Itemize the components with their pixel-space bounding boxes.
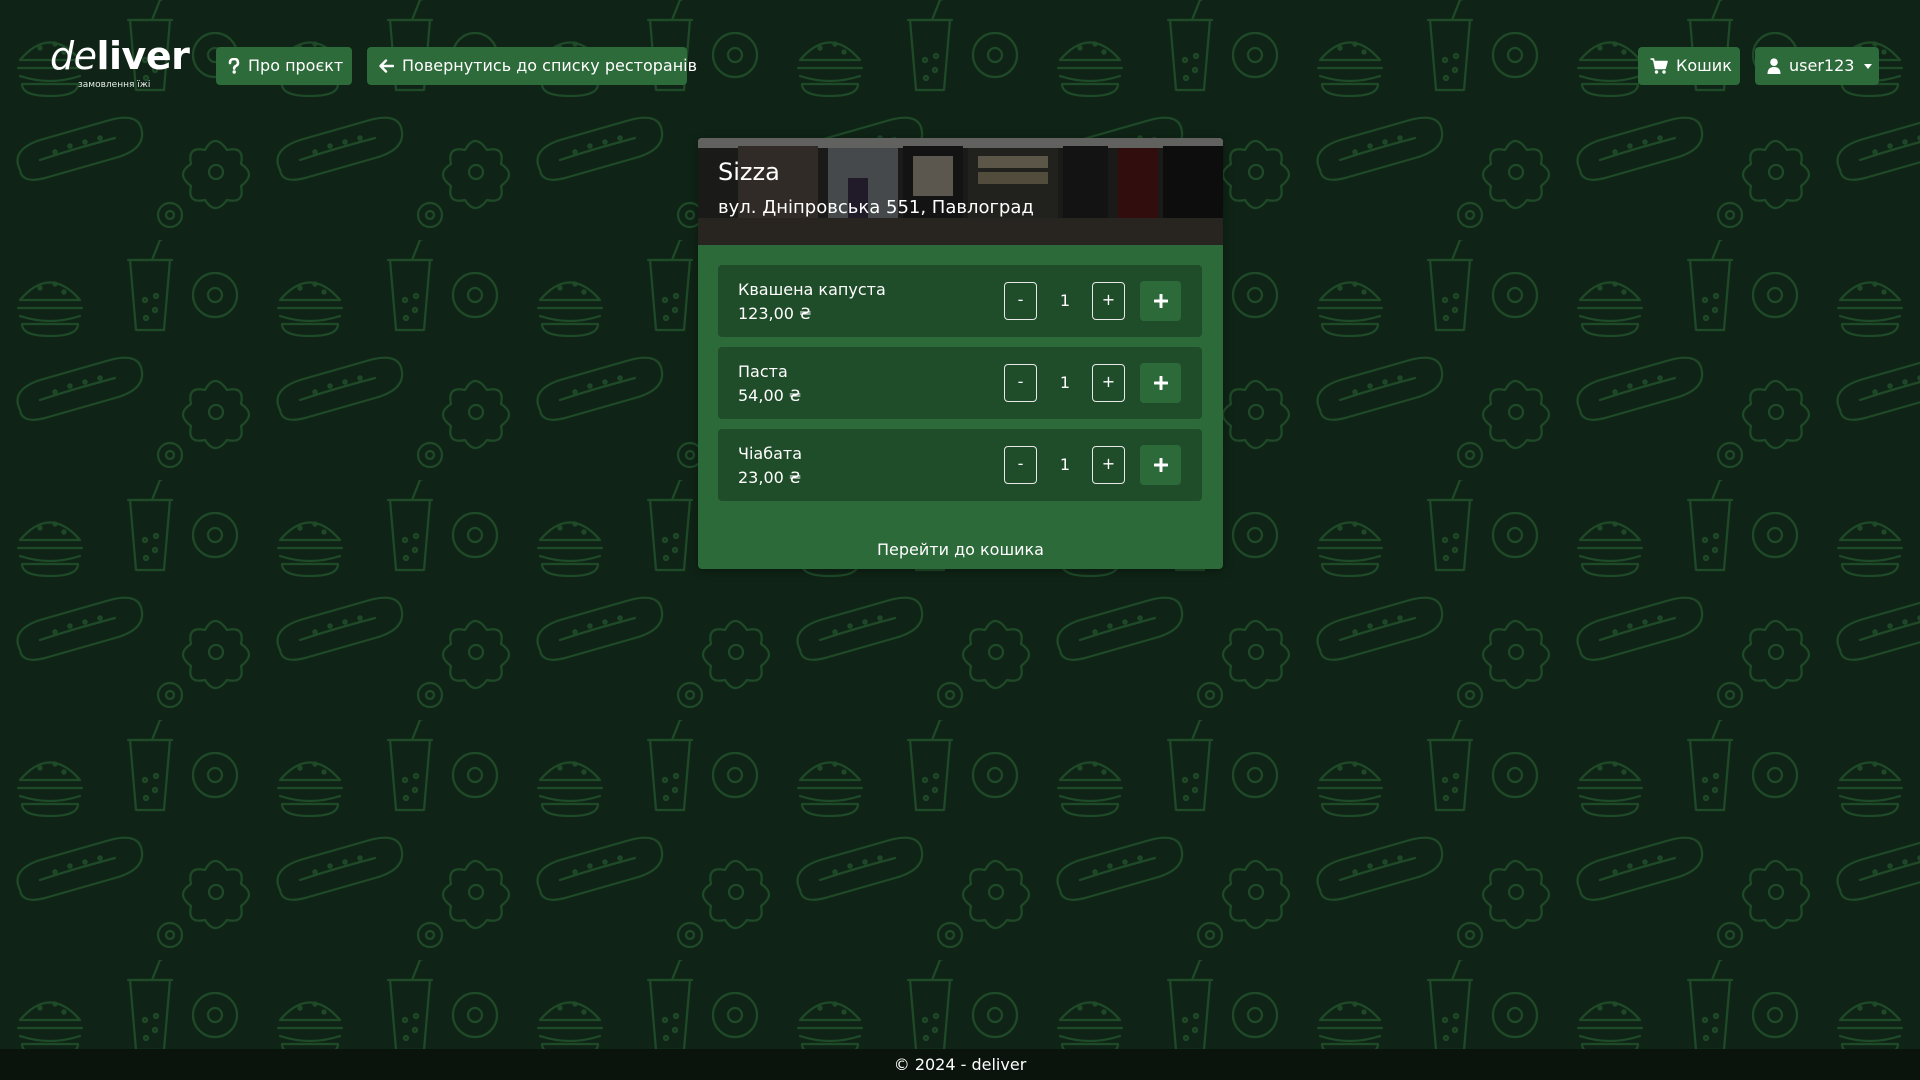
logo-part-bold: liver <box>96 34 190 78</box>
logo-wordmark: deliver <box>50 36 190 76</box>
footer-copyright: © 2024 - deliver <box>893 1055 1027 1074</box>
item-price: 23,00 ₴ <box>738 468 802 487</box>
item-price: 54,00 ₴ <box>738 386 802 405</box>
decrease-quantity-button[interactable]: - <box>1004 364 1037 402</box>
cart-icon <box>1650 58 1668 74</box>
increase-quantity-button[interactable]: + <box>1092 446 1125 484</box>
item-name: Квашена капуста <box>738 280 886 299</box>
restaurant-header: Sizza вул. Дніпровська 551, Павлоград <box>698 138 1223 245</box>
cart-label: Кошик <box>1676 56 1732 75</box>
restaurant-card: Sizza вул. Дніпровська 551, Павлоград Кв… <box>698 138 1223 569</box>
item-name: Чіабата <box>738 444 803 463</box>
chevron-down-icon <box>1864 63 1873 69</box>
menu-item: Чіабата 23,00 ₴ - 1 + <box>718 429 1202 501</box>
brand-logo[interactable]: deliver замовлення їжі <box>50 36 190 94</box>
about-project-label: Про проєкт <box>248 56 344 75</box>
question-icon <box>228 58 240 74</box>
user-menu-dropdown[interactable]: user123 <box>1755 47 1879 85</box>
cart-button[interactable]: Кошик <box>1638 47 1740 85</box>
arrow-left-icon <box>379 59 394 73</box>
user-icon <box>1767 58 1781 74</box>
plus-icon <box>1153 294 1168 308</box>
footer: © 2024 - deliver <box>0 1049 1920 1080</box>
quantity-value[interactable]: 1 <box>1040 446 1090 484</box>
back-to-restaurants-button[interactable]: Повернутись до списку ресторанів <box>367 47 697 85</box>
logo-part-light: de <box>50 34 97 78</box>
add-to-cart-button[interactable] <box>1140 363 1181 403</box>
menu-item: Квашена капуста 123,00 ₴ - 1 + <box>718 265 1202 337</box>
about-project-button[interactable]: Про проєкт <box>216 47 352 85</box>
menu-item: Паста 54,00 ₴ - 1 + <box>718 347 1202 419</box>
menu-items-list: Квашена капуста 123,00 ₴ - 1 + Паста 54,… <box>718 265 1202 511</box>
back-to-restaurants-label: Повернутись до списку ресторанів <box>402 56 698 75</box>
username-label: user123 <box>1789 56 1855 75</box>
quantity-value[interactable]: 1 <box>1040 364 1090 402</box>
add-to-cart-button[interactable] <box>1140 281 1181 321</box>
add-to-cart-button[interactable] <box>1140 445 1181 485</box>
go-to-cart-link[interactable]: Перейти до кошика <box>698 540 1223 560</box>
increase-quantity-button[interactable]: + <box>1092 282 1125 320</box>
decrease-quantity-button[interactable]: - <box>1004 446 1037 484</box>
item-price: 123,00 ₴ <box>738 304 812 323</box>
decrease-quantity-button[interactable]: - <box>1004 282 1037 320</box>
increase-quantity-button[interactable]: + <box>1092 364 1125 402</box>
plus-icon <box>1153 376 1168 390</box>
top-navbar: deliver замовлення їжі Про проєкт Поверн… <box>0 0 1920 130</box>
item-name: Паста <box>738 362 788 381</box>
restaurant-address: вул. Дніпровська 551, Павлоград <box>718 197 1034 218</box>
restaurant-name: Sizza <box>718 158 780 186</box>
plus-icon <box>1153 458 1168 472</box>
quantity-value[interactable]: 1 <box>1040 282 1090 320</box>
logo-tagline: замовлення їжі <box>78 80 151 90</box>
header-overlay <box>698 138 1223 245</box>
